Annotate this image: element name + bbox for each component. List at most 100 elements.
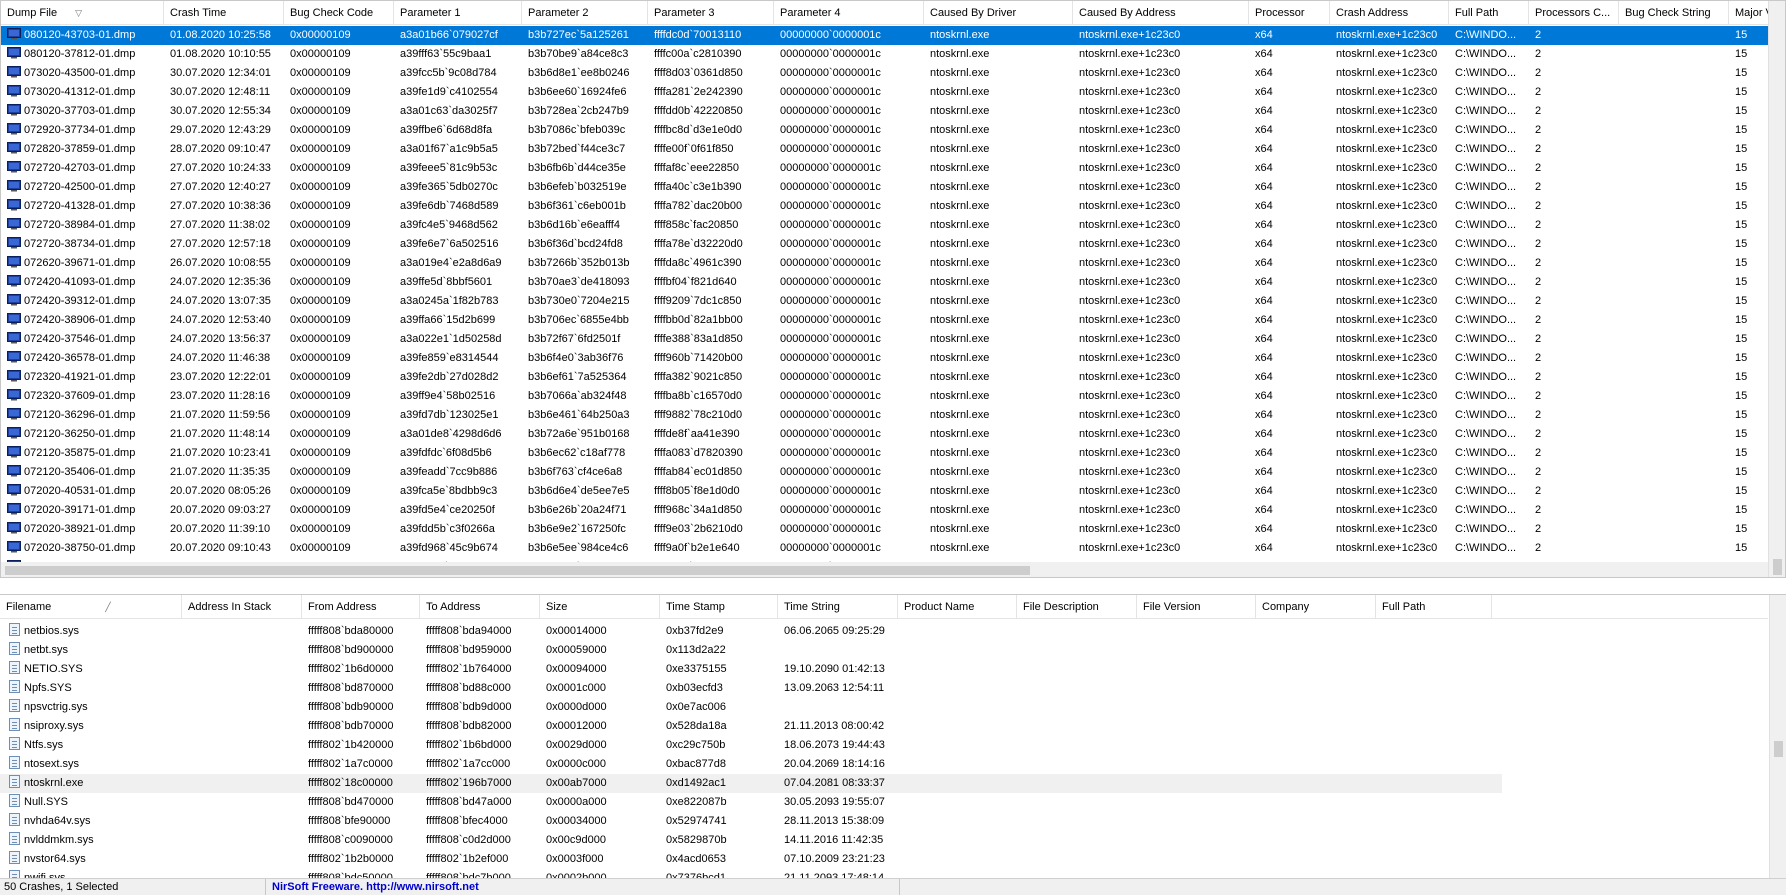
crash-row[interactable]: 072020-40531-01.dmp 20.07.2020 08:05:26 0x…	[1, 482, 1769, 501]
module-column-header-to-address[interactable]: To Address	[420, 595, 540, 619]
crash-row[interactable]: 072720-41328-01.dmp 27.07.2020 10:38:36 0x…	[1, 197, 1769, 216]
column-header-label: Parameter 4	[780, 7, 841, 19]
column-header-bug-check-code[interactable]: Bug Check Code	[284, 1, 394, 25]
cell-full-path: C:\WINDO...	[1449, 45, 1529, 64]
module-row[interactable]: ntoskrnl.exe fffff802`18c00000 fffff802`19…	[0, 774, 1502, 793]
column-header-parameter-2[interactable]: Parameter 2	[522, 1, 648, 25]
crash-list-horizontal-scrollbar[interactable]	[1, 562, 1769, 577]
cell-text: ntoskrnl.exe+1c23c0	[1079, 200, 1181, 212]
crash-row[interactable]: 072420-36578-01.dmp 24.07.2020 11:46:38 0x…	[1, 349, 1769, 368]
crash-row[interactable]: 072320-41921-01.dmp 23.07.2020 12:22:01 0x…	[1, 368, 1769, 387]
cell-parameter-2: b3b6e9e2`167250fc	[522, 520, 648, 539]
crash-row[interactable]: 073020-43500-01.dmp 30.07.2020 12:34:01 0x…	[1, 64, 1769, 83]
module-row[interactable]: netbt.sys fffff808`bd900000 fffff808`bd959…	[0, 641, 1768, 660]
column-header-major-v[interactable]: Major V	[1729, 1, 1769, 25]
cell-caused-by-driver: ntoskrnl.exe	[924, 539, 1073, 558]
crash-row[interactable]: 072320-37609-01.dmp 23.07.2020 11:28:16 0x…	[1, 387, 1769, 406]
module-column-header-file-version[interactable]: File Version	[1137, 595, 1256, 619]
module-row[interactable]: NETIO.SYS fffff802`1b6d0000 fffff802`1b764…	[0, 660, 1768, 679]
crash-row[interactable]: 072820-37859-01.dmp 28.07.2020 09:10:47 0x…	[1, 140, 1769, 159]
column-header-parameter-1[interactable]: Parameter 1	[394, 1, 522, 25]
cell-parameter-3: ffffe388`83a1d850	[648, 330, 774, 349]
module-row[interactable]: ntosext.sys fffff802`1a7c0000 fffff802`1a7…	[0, 755, 1768, 774]
cell-text: nsiproxy.sys	[24, 720, 84, 732]
crash-row[interactable]: 073020-37703-01.dmp 30.07.2020 12:55:34 0x…	[1, 102, 1769, 121]
crash-row[interactable]: 080120-37812-01.dmp 01.08.2020 10:10:55 0x…	[1, 45, 1769, 64]
module-column-header-address-in-stack[interactable]: Address In Stack	[182, 595, 302, 619]
module-cell-address-in-stack	[182, 717, 302, 736]
column-header-label: Parameter 2	[528, 7, 589, 19]
module-column-header-filename[interactable]: Filename ╱	[0, 595, 182, 619]
cell-parameter-2: b3b6efeb`b032519e	[522, 178, 648, 197]
module-column-header-time-stamp[interactable]: Time Stamp	[660, 595, 778, 619]
module-row[interactable]: nvlddmkm.sys fffff808`c0090000 fffff808`c0…	[0, 831, 1768, 850]
crash-row[interactable]: 072420-39312-01.dmp 24.07.2020 13:07:35 0x…	[1, 292, 1769, 311]
cell-major-v: 15	[1729, 197, 1769, 216]
column-header-processor[interactable]: Processor	[1249, 1, 1330, 25]
column-header-crash-address[interactable]: Crash Address	[1330, 1, 1449, 25]
module-row[interactable]: nvhda64v.sys fffff808`bfe90000 fffff808`bf…	[0, 812, 1768, 831]
module-column-header-product-name[interactable]: Product Name	[898, 595, 1017, 619]
cell-text: C:\WINDO...	[1455, 523, 1517, 535]
module-column-header-file-description[interactable]: File Description	[1017, 595, 1137, 619]
column-header-caused-by-driver[interactable]: Caused By Driver	[924, 1, 1073, 25]
column-header-parameter-4[interactable]: Parameter 4	[774, 1, 924, 25]
cell-processors-c: 2	[1529, 102, 1619, 121]
cell-text: 0x5829870b	[666, 834, 727, 846]
module-column-header-full-path[interactable]: Full Path	[1376, 595, 1492, 619]
cell-caused-by-address: ntoskrnl.exe+1c23c0	[1073, 83, 1249, 102]
cell-crash-time: 30.07.2020 12:48:11	[164, 83, 284, 102]
module-row[interactable]: npsvctrig.sys fffff808`bdb90000 fffff808`b…	[0, 698, 1768, 717]
scrollbar-thumb[interactable]	[5, 566, 1030, 575]
cell-bug-check-string	[1619, 121, 1729, 140]
module-row[interactable]: Ntfs.sys fffff802`1b420000 fffff802`1b6bd0…	[0, 736, 1768, 755]
column-header-caused-by-address[interactable]: Caused By Address	[1073, 1, 1249, 25]
column-header-processors-c[interactable]: Processors C...	[1529, 1, 1619, 25]
column-header-bug-check-string[interactable]: Bug Check String	[1619, 1, 1729, 25]
crash-row[interactable]: 072020-38750-01.dmp 20.07.2020 09:10:43 0x…	[1, 539, 1769, 558]
crash-row[interactable]: 072020-39171-01.dmp 20.07.2020 09:03:27 0x…	[1, 501, 1769, 520]
crash-list-vertical-scrollbar[interactable]	[1768, 1, 1785, 577]
crash-row[interactable]: 072120-35406-01.dmp 21.07.2020 11:35:35 0x…	[1, 463, 1769, 482]
module-row[interactable]: nvstor64.sys fffff802`1b2b0000 fffff802`1b…	[0, 850, 1768, 869]
column-header-dump-file[interactable]: Dump File ▽	[1, 1, 164, 25]
scrollbar-thumb[interactable]	[1773, 559, 1782, 575]
column-header-full-path[interactable]: Full Path	[1449, 1, 1529, 25]
crash-row[interactable]: 080120-43703-01.dmp 01.08.2020 10:25:58 0x…	[1, 26, 1769, 45]
cell-text: 00000000`0000001c	[780, 143, 881, 155]
crash-row[interactable]: 072720-42703-01.dmp 27.07.2020 10:24:33 0x…	[1, 159, 1769, 178]
crash-row[interactable]: 072120-35875-01.dmp 21.07.2020 10:23:41 0x…	[1, 444, 1769, 463]
scrollbar-thumb[interactable]	[1774, 741, 1783, 757]
crash-row[interactable]: 072420-41093-01.dmp 24.07.2020 12:35:36 0x…	[1, 273, 1769, 292]
module-column-header-size[interactable]: Size	[540, 595, 660, 619]
column-header-parameter-3[interactable]: Parameter 3	[648, 1, 774, 25]
dump-file-icon	[7, 237, 21, 249]
module-cell-from-address: fffff802`1b6d0000	[302, 660, 420, 679]
crash-row[interactable]: 072420-38906-01.dmp 24.07.2020 12:53:40 0x…	[1, 311, 1769, 330]
cell-text: C:\WINDO...	[1455, 485, 1517, 497]
cell-text: 0x00000109	[290, 238, 351, 250]
module-list-vertical-scrollbar[interactable]	[1769, 595, 1786, 878]
module-row[interactable]: nwifi.sys fffff808`bdc50000 fffff808`bdc7b…	[0, 869, 1768, 878]
crash-row[interactable]: 072720-42500-01.dmp 27.07.2020 12:40:27 0x…	[1, 178, 1769, 197]
module-row[interactable]: netbios.sys fffff808`bda80000 fffff808`bda…	[0, 622, 1768, 641]
crash-row[interactable]: 072120-36296-01.dmp 21.07.2020 11:59:56 0x…	[1, 406, 1769, 425]
crash-row[interactable]: 072620-39671-01.dmp 26.07.2020 10:08:55 0x…	[1, 254, 1769, 273]
crash-row[interactable]: 073020-41312-01.dmp 30.07.2020 12:48:11 0x…	[1, 83, 1769, 102]
nirsoft-link[interactable]: NirSoft Freeware. http://www.nirsoft.net	[266, 879, 900, 895]
crash-row[interactable]: 072020-38921-01.dmp 20.07.2020 11:39:10 0x…	[1, 520, 1769, 539]
module-row[interactable]: Null.SYS fffff808`bd470000 fffff808`bd47a0…	[0, 793, 1768, 812]
module-row[interactable]: nsiproxy.sys fffff808`bdb70000 fffff808`bd…	[0, 717, 1768, 736]
module-row[interactable]: Npfs.SYS fffff808`bd870000 fffff808`bd88c0…	[0, 679, 1768, 698]
crash-row[interactable]: 072420-37546-01.dmp 24.07.2020 13:56:37 0x…	[1, 330, 1769, 349]
crash-row[interactable]: 072720-38984-01.dmp 27.07.2020 11:38:02 0x…	[1, 216, 1769, 235]
cell-caused-by-address: ntoskrnl.exe+1c23c0	[1073, 140, 1249, 159]
module-column-header-from-address[interactable]: From Address	[302, 595, 420, 619]
crash-row[interactable]: 072120-36250-01.dmp 21.07.2020 11:48:14 0x…	[1, 425, 1769, 444]
column-header-crash-time[interactable]: Crash Time	[164, 1, 284, 25]
cell-text: ntoskrnl.exe+1c23c0	[1336, 390, 1438, 402]
module-column-header-time-string[interactable]: Time String	[778, 595, 898, 619]
module-column-header-company[interactable]: Company	[1256, 595, 1376, 619]
crash-row[interactable]: 072720-38734-01.dmp 27.07.2020 12:57:18 0x…	[1, 235, 1769, 254]
crash-row[interactable]: 072920-37734-01.dmp 29.07.2020 12:43:29 0x…	[1, 121, 1769, 140]
